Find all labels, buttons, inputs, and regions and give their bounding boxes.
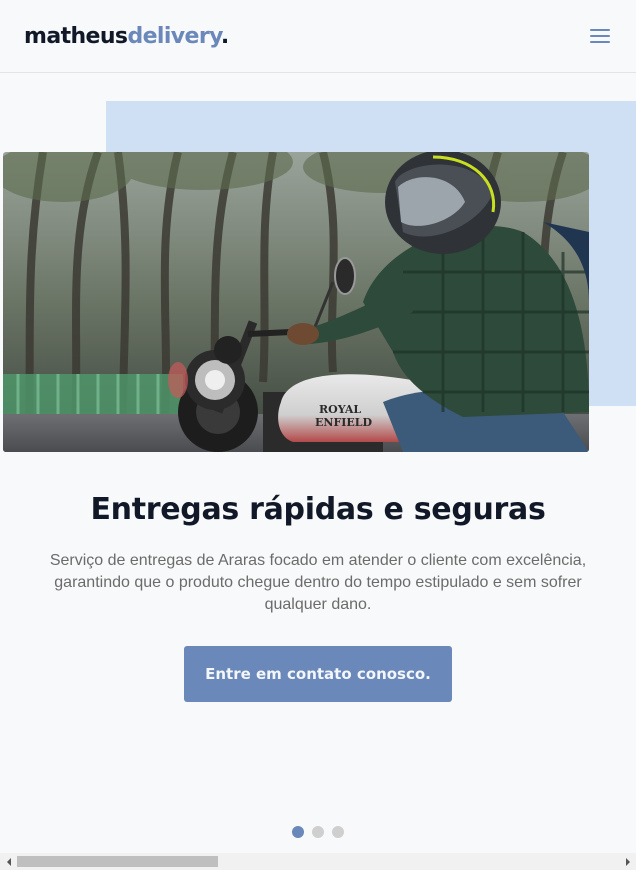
scroll-right-arrow-icon[interactable] — [619, 853, 636, 870]
scroll-left-arrow-icon[interactable] — [0, 853, 17, 870]
site-header: matheusdelivery. — [0, 0, 636, 73]
logo-text-dot: . — [220, 24, 229, 49]
hero-image: ROYAL ENFIELD — [3, 152, 589, 452]
contact-us-button[interactable]: Entre em contato conosco. — [184, 646, 452, 702]
carousel-dot-1[interactable] — [292, 826, 304, 838]
carousel-dot-2[interactable] — [312, 826, 324, 838]
scrollbar-thumb[interactable] — [17, 856, 218, 867]
logo-text-primary: matheus — [24, 24, 128, 49]
logo-text-accent: delivery — [127, 24, 221, 49]
hero-description: Serviço de entregas de Araras focado em … — [49, 552, 587, 613]
hamburger-menu-icon[interactable] — [590, 28, 610, 44]
horizontal-scrollbar[interactable] — [0, 853, 636, 870]
motorcycle-rider-photo: ROYAL ENFIELD — [3, 152, 589, 452]
tank-brand-line2: ENFIELD — [315, 416, 373, 429]
hero-headline: Entregas rápidas e seguras — [90, 492, 546, 527]
carousel-indicators — [292, 826, 352, 838]
site-logo[interactable]: matheusdelivery. — [24, 24, 229, 50]
carousel-dot-3[interactable] — [332, 826, 344, 838]
tank-brand-line1: ROYAL — [319, 403, 361, 416]
